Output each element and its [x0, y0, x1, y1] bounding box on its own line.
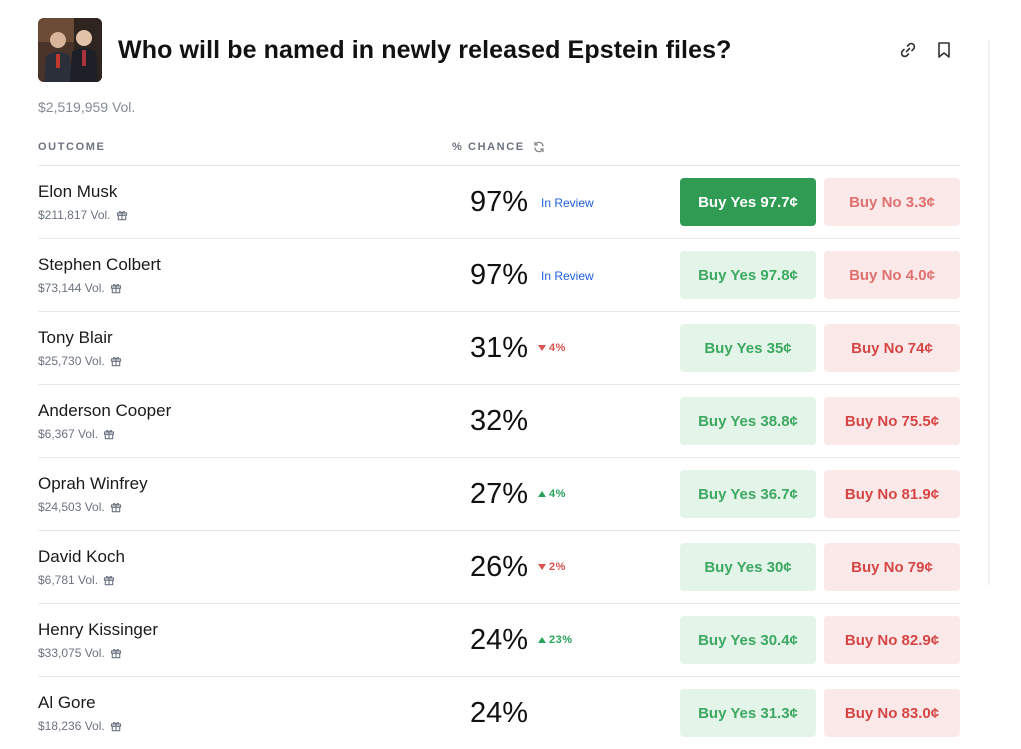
triangle-up-icon: [538, 637, 546, 643]
outcome-name: Elon Musk: [38, 182, 118, 201]
change-indicator: 23%: [538, 634, 573, 646]
outcome-volume-text: $33,075 Vol.: [38, 646, 105, 660]
outcome-row[interactable]: Henry Kissinger $33,075 Vol. 24% 23% Buy…: [38, 603, 960, 676]
buy-yes-button[interactable]: Buy Yes 30.4¢: [680, 616, 816, 664]
outcome-row[interactable]: Elon Musk $211,817 Vol. 97% In Review Bu…: [38, 165, 960, 238]
gift-icon: [110, 284, 121, 294]
buy-no-button[interactable]: Buy No 74¢: [824, 324, 960, 372]
outcome-chance: 97%: [469, 186, 528, 218]
buy-yes-button[interactable]: Buy Yes 38.8¢: [680, 397, 816, 445]
buy-no-button[interactable]: Buy No 82.9¢: [824, 616, 960, 664]
outcome-volume-text: $6,367 Vol.: [38, 427, 99, 441]
outcome-name: Oprah Winfrey: [38, 474, 148, 493]
outcome-row[interactable]: Oprah Winfrey $24,503 Vol. 27% 4% Buy Ye…: [38, 457, 960, 530]
outcome-row[interactable]: Al Gore $18,236 Vol. 24% Buy Yes 31.3¢ B…: [38, 676, 960, 749]
page-title: Who will be named in newly released Epst…: [118, 36, 732, 64]
market-header: Who will be named in newly released Epst…: [38, 18, 960, 82]
gift-icon: [110, 503, 121, 513]
outcome-volume: $25,730 Vol.: [38, 354, 122, 368]
change-indicator: 2%: [538, 561, 566, 573]
bookmark-icon[interactable]: [934, 40, 954, 60]
outcome-chance: 27%: [469, 478, 528, 510]
buy-no-button[interactable]: Buy No 79¢: [824, 543, 960, 591]
outcome-row[interactable]: Stephen Colbert $73,144 Vol. 97% In Revi…: [38, 238, 960, 311]
outcome-volume: $33,075 Vol.: [38, 646, 122, 660]
status-badge: In Review: [541, 269, 594, 283]
outcome-volume-text: $6,781 Vol.: [38, 573, 99, 587]
outcome-list: Elon Musk $211,817 Vol. 97% In Review Bu…: [38, 165, 960, 749]
market-thumbnail: [38, 18, 102, 82]
triangle-up-icon: [538, 491, 546, 497]
gift-icon: [110, 649, 121, 659]
outcome-name: Anderson Cooper: [38, 401, 172, 420]
buy-no-button[interactable]: Buy No 4.0¢: [824, 251, 960, 299]
outcome-volume: $6,781 Vol.: [38, 573, 115, 587]
outcome-volume: $6,367 Vol.: [38, 427, 115, 441]
triangle-down-icon: [538, 564, 546, 570]
change-value: 4%: [549, 342, 566, 354]
refresh-icon[interactable]: [533, 141, 545, 153]
column-header-outcome: OUTCOME: [38, 141, 106, 153]
buy-no-button[interactable]: Buy No 83.0¢: [824, 689, 960, 737]
outcome-row[interactable]: Anderson Cooper $6,367 Vol. 32% Buy Yes …: [38, 384, 960, 457]
outcome-volume: $24,503 Vol.: [38, 500, 122, 514]
outcome-name: David Koch: [38, 547, 125, 566]
outcome-volume-text: $211,817 Vol.: [38, 208, 111, 222]
triangle-down-icon: [538, 345, 546, 351]
outcome-volume-text: $73,144 Vol.: [38, 281, 105, 295]
buy-yes-button[interactable]: Buy Yes 31.3¢: [680, 689, 816, 737]
gift-icon: [110, 722, 121, 732]
change-value: 4%: [549, 488, 566, 500]
change-value: 2%: [549, 561, 566, 573]
gift-icon: [110, 357, 121, 367]
buy-yes-button[interactable]: Buy Yes 35¢: [680, 324, 816, 372]
outcome-volume-text: $18,236 Vol.: [38, 719, 105, 733]
outcome-volume-text: $25,730 Vol.: [38, 354, 105, 368]
change-indicator: 4%: [538, 342, 566, 354]
outcome-chance: 32%: [469, 405, 528, 437]
buy-yes-button[interactable]: Buy Yes 36.7¢: [680, 470, 816, 518]
outcome-chance: 24%: [469, 624, 528, 656]
outcome-volume-text: $24,503 Vol.: [38, 500, 105, 514]
buy-yes-button[interactable]: Buy Yes 97.7¢: [680, 178, 816, 226]
outcome-row[interactable]: David Koch $6,781 Vol. 26% 2% Buy Yes 30…: [38, 530, 960, 603]
outcome-name: Stephen Colbert: [38, 255, 161, 274]
status-badge: In Review: [541, 196, 594, 210]
column-header-chance-label: % CHANCE: [452, 141, 525, 153]
buy-no-button[interactable]: Buy No 75.5¢: [824, 397, 960, 445]
gift-icon: [104, 576, 115, 586]
outcome-name: Henry Kissinger: [38, 620, 158, 639]
outcome-volume: $211,817 Vol.: [38, 208, 128, 222]
buy-yes-button[interactable]: Buy Yes 97.8¢: [680, 251, 816, 299]
outcome-name: Tony Blair: [38, 328, 113, 347]
outcome-volume: $73,144 Vol.: [38, 281, 122, 295]
scrollbar[interactable]: [988, 40, 990, 585]
gift-icon: [116, 211, 127, 221]
outcome-chance: 26%: [469, 551, 528, 583]
change-indicator: 4%: [538, 488, 566, 500]
outcome-volume: $18,236 Vol.: [38, 719, 122, 733]
market-volume: $2,519,959 Vol.: [38, 99, 136, 115]
outcome-chance: 24%: [469, 697, 528, 729]
buy-no-button[interactable]: Buy No 3.3¢: [824, 178, 960, 226]
outcome-chance: 97%: [469, 259, 528, 291]
change-value: 23%: [549, 634, 573, 646]
buy-yes-button[interactable]: Buy Yes 30¢: [680, 543, 816, 591]
outcome-chance: 31%: [469, 332, 528, 364]
buy-no-button[interactable]: Buy No 81.9¢: [824, 470, 960, 518]
column-header-chance: % CHANCE: [452, 141, 545, 153]
outcome-row[interactable]: Tony Blair $25,730 Vol. 31% 4% Buy Yes 3…: [38, 311, 960, 384]
outcome-name: Al Gore: [38, 693, 96, 712]
link-icon[interactable]: [898, 40, 918, 60]
gift-icon: [104, 430, 115, 440]
